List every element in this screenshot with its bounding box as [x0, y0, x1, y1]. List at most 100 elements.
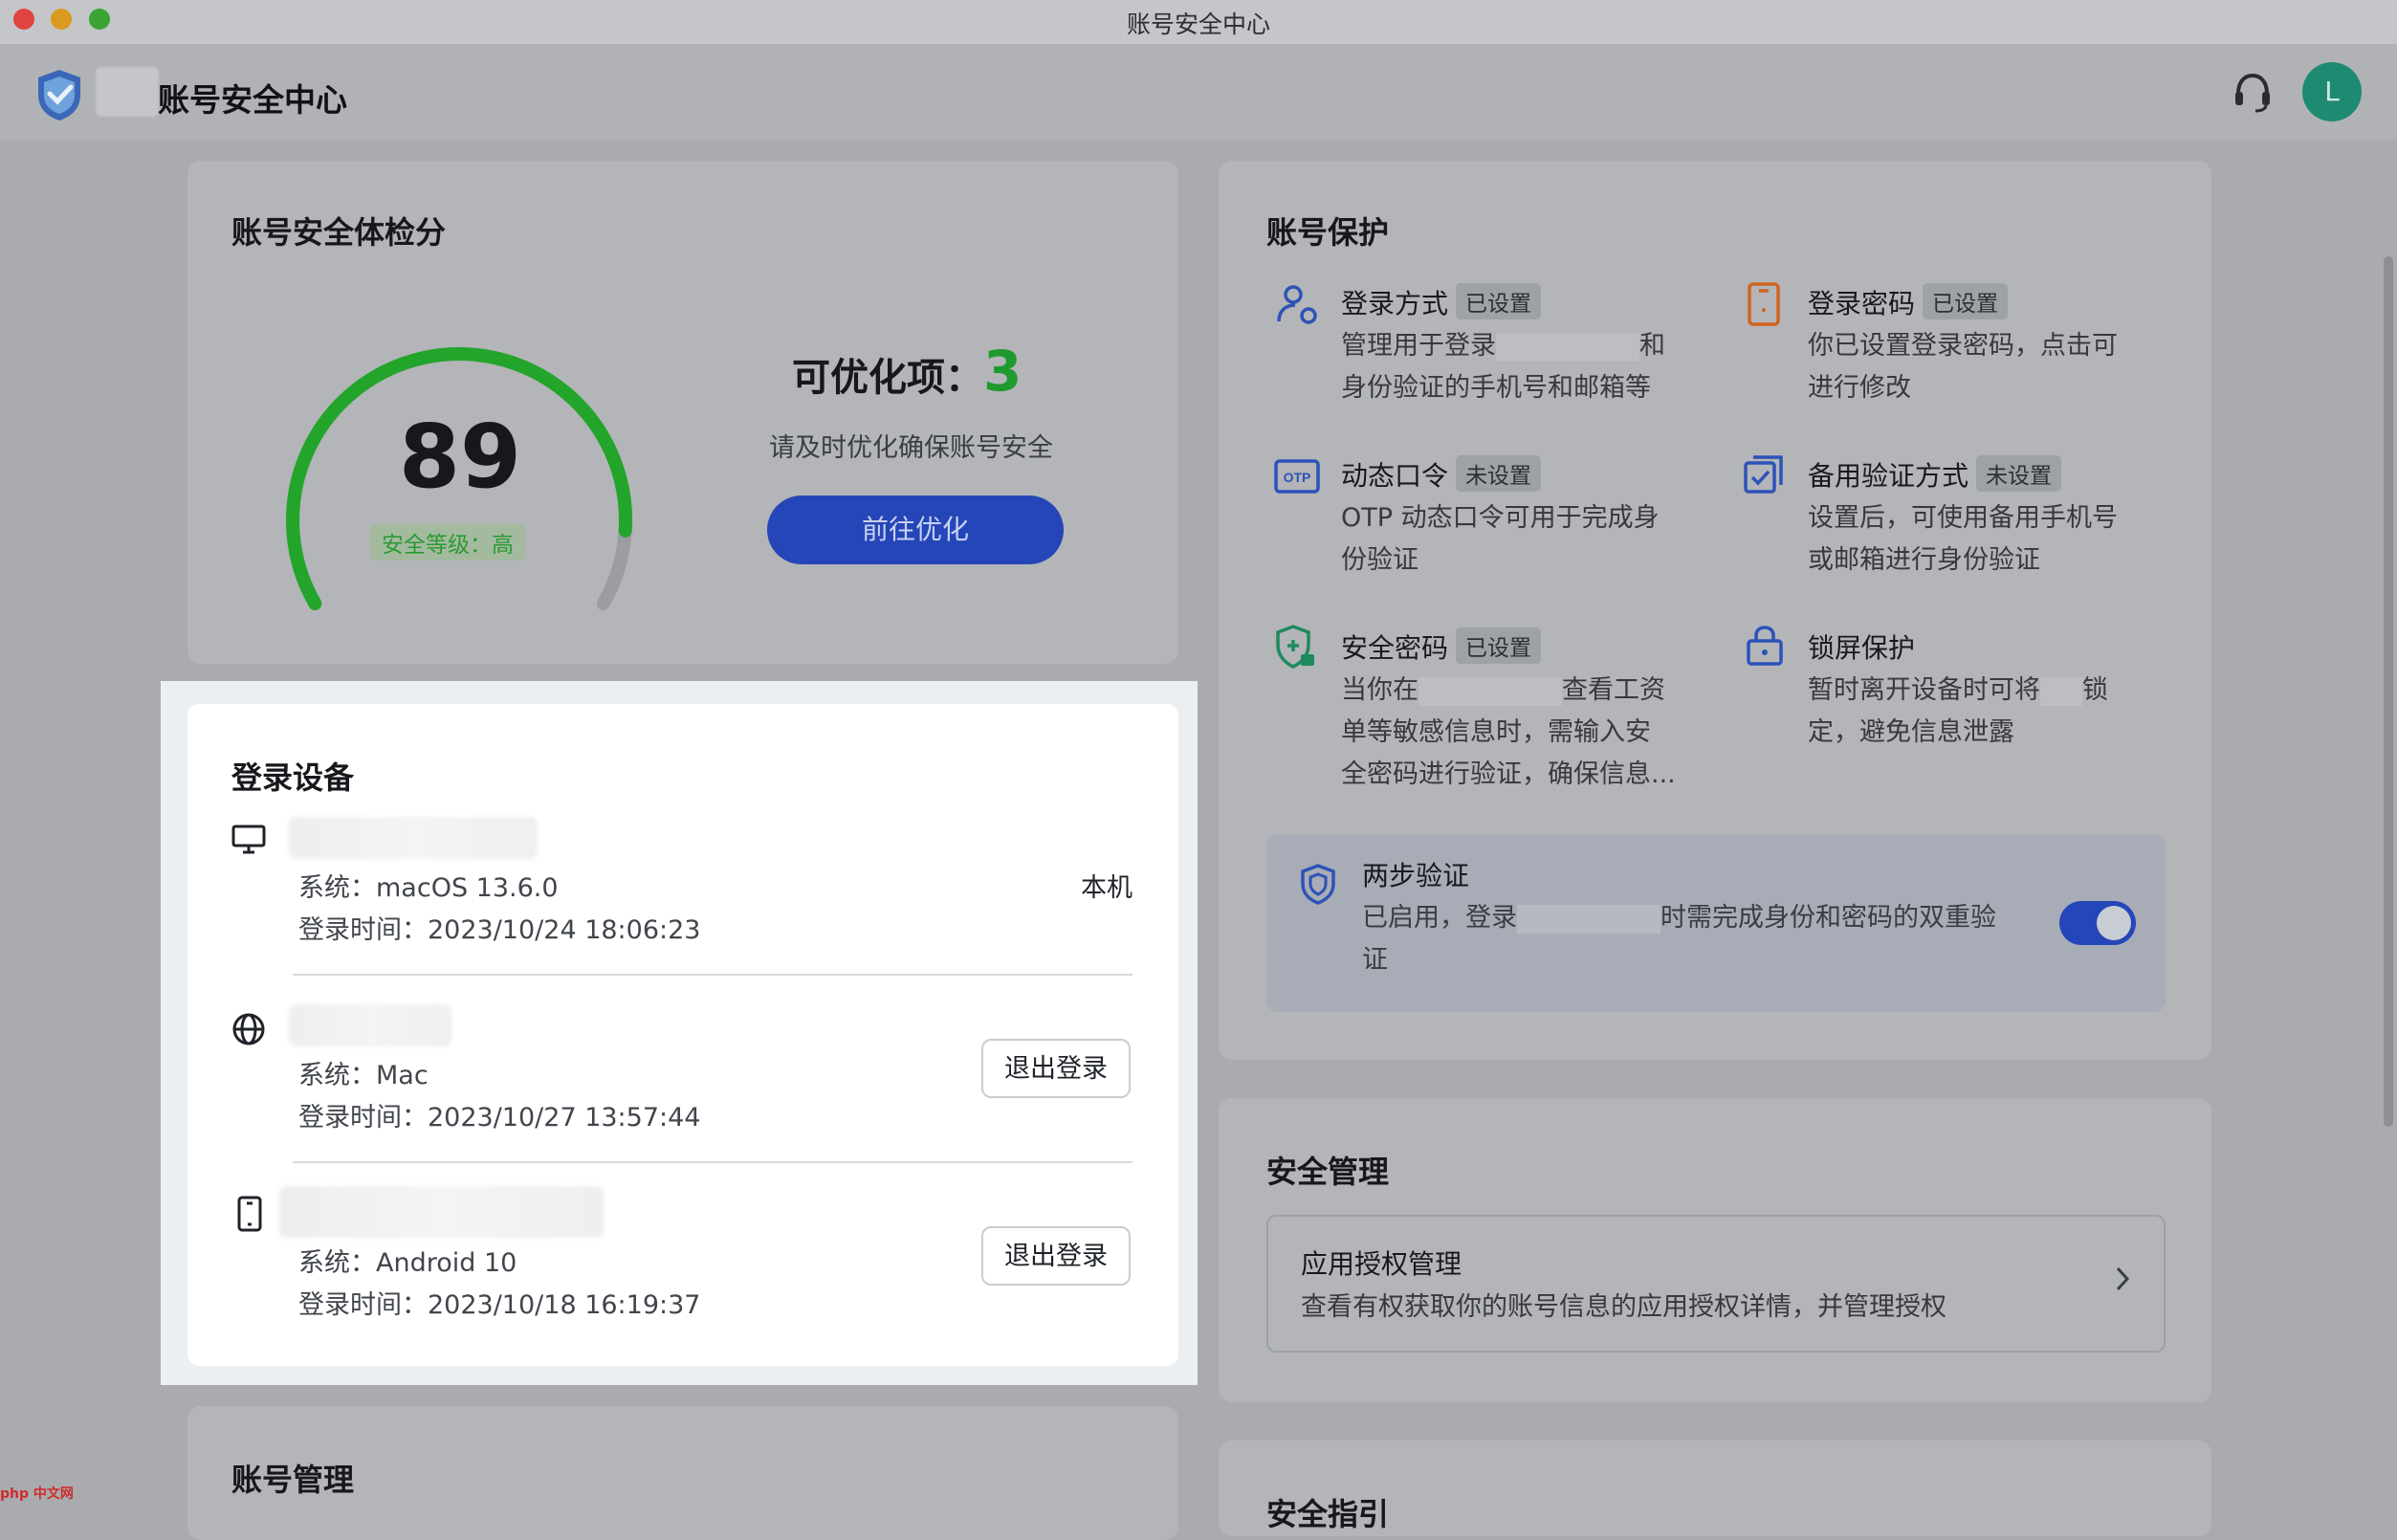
- redacted-app-name: [96, 67, 159, 117]
- item-desc: 定，避免信息泄露: [1808, 717, 2014, 747]
- app-header: 账号安全中心 L: [0, 46, 2397, 140]
- two-step-title: 两步验证: [1362, 860, 1470, 891]
- item-title: 锁屏保护: [1808, 632, 1916, 664]
- login-devices-card: 登录设备 系统：macOS 13.6.0 登录时间：2023/10/24 18:…: [187, 704, 1178, 1366]
- app-auth-desc: 查看有权获取你的账号信息的应用授权详情，并管理授权: [1301, 1292, 1946, 1322]
- shield-logo-icon: [33, 67, 86, 126]
- item-desc: 和: [1639, 331, 1665, 361]
- redacted-text: [2040, 676, 2082, 706]
- security-management-card: 安全管理 应用授权管理 查看有权获取你的账号信息的应用授权详情，并管理授权: [1219, 1098, 2211, 1402]
- shield-lock-icon: [1274, 624, 1318, 675]
- security-guide-card: 安全指引: [1219, 1441, 2211, 1536]
- logout-device-button[interactable]: 退出登录: [981, 1039, 1131, 1098]
- two-step-toggle[interactable]: [2059, 901, 2136, 945]
- toggle-knob: [2097, 906, 2131, 940]
- security-score-card: 账号安全体检分 89 安全等级：高 可优化项：3 请及时优化确保账号安全 前往优…: [187, 161, 1178, 664]
- item-desc: 查看工资: [1562, 675, 1665, 705]
- item-desc: 全密码进行验证，确保信息...: [1341, 759, 1676, 789]
- device-name-redacted: [289, 817, 538, 859]
- device-name-redacted: [289, 1004, 451, 1046]
- go-optimize-button[interactable]: 前往优化: [767, 495, 1064, 564]
- device-system: 系统：macOS 13.6.0: [298, 873, 559, 903]
- optimize-label-text: 可优化项：: [792, 356, 983, 400]
- device-divider: [293, 1161, 1133, 1163]
- lock-screen-icon: [1745, 624, 1785, 671]
- device-login-time: 登录时间：2023/10/24 18:06:23: [298, 915, 701, 945]
- item-desc: 锁: [2082, 675, 2108, 705]
- corner-watermark: php 中文网: [0, 1486, 74, 1502]
- backup-verify-icon: [1743, 453, 1785, 499]
- redacted-text: [1418, 676, 1562, 706]
- item-desc: 单等敏感信息时，需输入安: [1341, 717, 1651, 747]
- item-desc: 份验证: [1341, 545, 1418, 575]
- item-title: 备用验证方式: [1808, 460, 1969, 492]
- redacted-text: [1496, 332, 1639, 362]
- optimize-tip: 请及时优化确保账号安全: [769, 433, 1053, 463]
- device-login-time: 登录时间：2023/10/27 13:57:44: [298, 1103, 701, 1133]
- security-level-badge: 安全等级：高: [370, 524, 525, 561]
- device-login-time: 登录时间：2023/10/18 16:19:37: [298, 1290, 701, 1320]
- lock-screen-item[interactable]: 锁屏保护 暂时离开设备时可将 锁定，避免信息泄露: [1808, 627, 2210, 754]
- item-title: 动态口令: [1341, 460, 1449, 492]
- phone-icon: [237, 1196, 262, 1236]
- two-step-desc: 已启用，登录 时需完成身份和密码的双重验证: [1362, 897, 2051, 981]
- login-method-item[interactable]: 登录方式 已设置 管理用于登录 和身份验证的手机号和邮箱等: [1341, 283, 1743, 409]
- item-title: 登录方式: [1341, 288, 1449, 319]
- user-avatar[interactable]: L: [2302, 62, 2362, 121]
- user-gear-icon: [1276, 283, 1320, 331]
- monitor-icon: [231, 825, 266, 859]
- two-step-desc-text: 时需完成身份和密码的双重验: [1660, 903, 1996, 933]
- app-auth-title: 应用授权管理: [1301, 1248, 1462, 1280]
- optimize-label: 可优化项：3: [792, 339, 1022, 404]
- this-device-tag: 本机: [1081, 873, 1133, 903]
- status-badge: 未设置: [1456, 455, 1542, 492]
- security-password-item[interactable]: 安全密码 已设置 当你在 查看工资单等敏感信息时，需输入安 全密码进行验证，确保信息.…: [1341, 627, 1743, 796]
- protection-title: 账号保护: [1266, 214, 1390, 251]
- item-desc: 设置后，可使用备用手机号: [1808, 503, 2118, 533]
- status-badge: 已设置: [1456, 627, 1542, 664]
- window-titlebar: 账号安全中心: [0, 0, 2397, 46]
- redacted-text: [1517, 904, 1660, 934]
- security-score: 89: [398, 406, 522, 508]
- item-title: 安全密码: [1341, 632, 1449, 664]
- chevron-right-icon: [2114, 1265, 2131, 1297]
- item-desc: 暂时离开设备时可将: [1808, 675, 2040, 705]
- two-step-panel: 两步验证 已启用，登录 时需完成身份和密码的双重验证: [1266, 834, 2166, 1012]
- item-desc: 或邮箱进行身份验证: [1808, 545, 2040, 575]
- item-desc: 你已设置登录密码，点击可: [1808, 331, 2118, 361]
- devices-title: 登录设备: [231, 759, 355, 796]
- phone-password-icon: [1747, 281, 1781, 331]
- item-desc: OTP 动态口令可用于完成身: [1341, 503, 1660, 533]
- device-system: 系统：Mac: [298, 1061, 429, 1090]
- globe-icon: [231, 1012, 266, 1050]
- headset-support-icon[interactable]: [2232, 71, 2273, 119]
- status-badge: 已设置: [1923, 283, 2009, 319]
- svg-text:OTP: OTP: [1284, 470, 1311, 485]
- two-step-desc-text: 证: [1362, 945, 1388, 975]
- device-divider: [293, 974, 1133, 976]
- otp-icon: OTP: [1274, 459, 1320, 497]
- device-system: 系统：Android 10: [298, 1248, 517, 1278]
- account-mgmt-title: 账号管理: [231, 1462, 355, 1498]
- guide-title: 安全指引: [1266, 1496, 1390, 1532]
- scrollbar[interactable]: [2384, 256, 2393, 1127]
- score-card-title: 账号安全体检分: [231, 214, 447, 251]
- device-name-redacted: [279, 1186, 605, 1238]
- logout-device-button[interactable]: 退出登录: [981, 1226, 1131, 1286]
- backup-verify-item[interactable]: 备用验证方式 未设置 设置后，可使用备用手机号 或邮箱进行身份验证: [1808, 455, 2210, 582]
- login-password-item[interactable]: 登录密码 已设置 你已设置登录密码，点击可 进行修改: [1808, 283, 2210, 409]
- shield-icon: [1299, 863, 1337, 909]
- two-step-desc-text: 已启用，登录: [1362, 903, 1517, 933]
- dynamic-token-item[interactable]: 动态口令 未设置 OTP 动态口令可用于完成身 份验证: [1341, 455, 1743, 582]
- account-management-card: 账号管理: [187, 1406, 1178, 1540]
- security-mgmt-title: 安全管理: [1266, 1154, 1390, 1190]
- optimize-count: 3: [983, 339, 1023, 404]
- item-desc: 当你在: [1341, 675, 1418, 705]
- status-badge: 已设置: [1456, 283, 1542, 319]
- window-title: 账号安全中心: [1126, 11, 1270, 38]
- item-title: 登录密码: [1808, 288, 1916, 319]
- item-desc: 管理用于登录: [1341, 331, 1496, 361]
- app-auth-entry[interactable]: 应用授权管理 查看有权获取你的账号信息的应用授权详情，并管理授权: [1266, 1215, 2166, 1353]
- item-desc: 进行修改: [1808, 373, 1911, 403]
- item-desc: 身份验证的手机号和邮箱等: [1341, 373, 1651, 403]
